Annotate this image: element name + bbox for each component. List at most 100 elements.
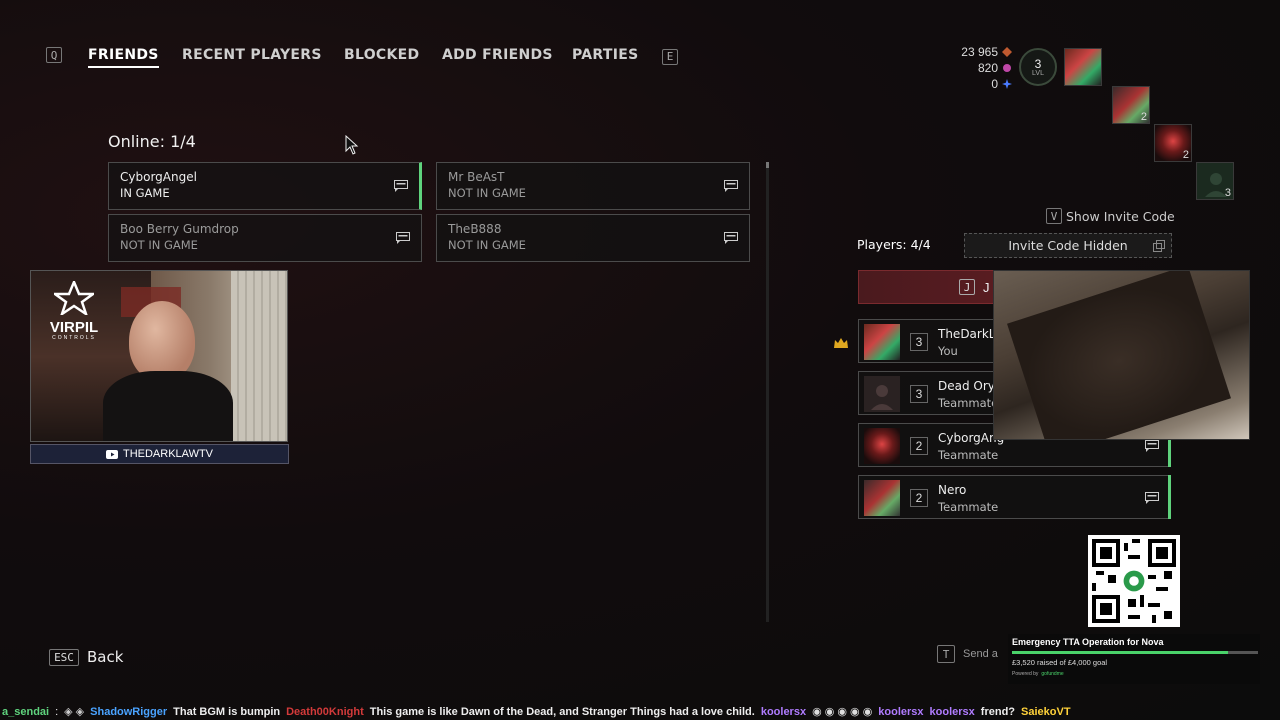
friend-card[interactable]: Boo Berry Gumdrop NOT IN GAME	[108, 214, 422, 262]
chat-user: ShadowRigger	[90, 705, 168, 718]
donation-progress	[1012, 651, 1258, 654]
logo-text: VIRPIL	[49, 319, 99, 336]
secondary-camera-feed	[993, 270, 1250, 440]
message-icon[interactable]	[394, 180, 408, 192]
channel-badge: THEDARKLAWTV	[30, 444, 289, 464]
member-level: 3	[910, 385, 928, 403]
tab-blocked[interactable]: BLOCKED	[344, 47, 419, 63]
online-count: Online: 1/4	[108, 132, 196, 151]
friends-scrollbar[interactable]	[766, 162, 769, 622]
show-invite-code[interactable]: V Show Invite Code	[1046, 208, 1175, 224]
party-member[interactable]: 2 Nero Teammate	[858, 475, 1171, 519]
join-key: J	[959, 279, 975, 295]
member-level: 3	[910, 333, 928, 351]
party-slot-num: 2	[1140, 111, 1147, 123]
donation-raised: £3,520 raised of £4,000 goal	[1012, 658, 1108, 667]
donation-powered-by: Powered by	[1012, 671, 1039, 677]
youtube-icon	[105, 449, 118, 459]
qr-code-icon	[1092, 539, 1176, 623]
currency-panel: 23 965 820 0	[940, 45, 1012, 91]
party-slot-num: 2	[1182, 149, 1189, 161]
friend-card[interactable]: Mr BeAsT NOT IN GAME	[436, 162, 750, 210]
user-placeholder-icon	[871, 385, 893, 410]
party-slot-avatar[interactable]: 2	[1154, 124, 1192, 162]
copy-icon[interactable]	[1153, 240, 1165, 252]
party-slot-avatar[interactable]: 2	[1112, 86, 1150, 124]
currency-c-value: 0	[991, 77, 998, 91]
tab-friends[interactable]: FRIENDS	[88, 47, 159, 68]
member-name: Nero	[938, 483, 967, 497]
party-slot-avatar[interactable]: 3	[1196, 162, 1234, 200]
party-slot-num: 3	[1224, 187, 1231, 199]
friend-status: IN GAME	[120, 186, 170, 200]
tab-parties[interactable]: PARTIES	[572, 47, 638, 63]
chat-message: That BGM is bumpin	[173, 705, 281, 718]
party-slot-avatar[interactable]	[1064, 48, 1102, 86]
invite-code-text: Invite Code Hidden	[1008, 238, 1128, 253]
webcam-feed: VIRPIL CONTROLS	[30, 270, 288, 442]
member-avatar	[864, 324, 900, 360]
mouse-cursor-icon	[345, 135, 359, 155]
level-badge: 3 LVL	[1019, 48, 1057, 86]
esc-key: ESC	[49, 648, 79, 666]
currency-a-value: 23 965	[961, 45, 998, 59]
chat-user: koolersx	[878, 705, 924, 718]
member-avatar	[864, 480, 900, 516]
currency-b-value: 820	[977, 61, 998, 75]
friend-name: TheB888	[448, 222, 502, 236]
players-count: Players: 4/4	[857, 237, 931, 252]
message-icon[interactable]	[1145, 440, 1159, 452]
member-role: Teammate	[938, 396, 999, 410]
member-role: You	[938, 344, 958, 358]
scrap-icon	[1002, 47, 1012, 57]
member-role: Teammate	[938, 448, 999, 462]
join-label: J	[983, 279, 990, 295]
prev-tab-key[interactable]: Q	[46, 47, 62, 63]
message-icon[interactable]	[724, 232, 738, 244]
message-icon[interactable]	[396, 232, 410, 244]
send-message[interactable]: T Send a	[937, 645, 998, 663]
message-icon[interactable]	[724, 180, 738, 192]
next-tab-key[interactable]: E	[662, 48, 678, 65]
message-icon[interactable]	[1145, 492, 1159, 504]
invite-code-field[interactable]: Invite Code Hidden	[964, 233, 1172, 258]
member-role: Teammate	[938, 500, 999, 514]
friend-card[interactable]: CyborgAngel IN GAME	[108, 162, 422, 210]
chat-user: a_sendai	[2, 705, 50, 718]
chat-message: frend?	[980, 705, 1016, 718]
back-label: Back	[87, 648, 124, 666]
member-avatar	[864, 428, 900, 464]
channel-name: THEDARKLAWTV	[122, 448, 214, 460]
member-level: 2	[910, 489, 928, 507]
show-invite-key: V	[1046, 208, 1062, 224]
send-placeholder: Send a	[963, 648, 998, 660]
friend-name: CyborgAngel	[120, 170, 197, 184]
chat-user: koolersx	[760, 705, 807, 718]
tab-recent-players[interactable]: RECENT PLAYERS	[182, 47, 322, 63]
star-logo-icon	[51, 278, 97, 318]
friend-status: NOT IN GAME	[448, 186, 526, 200]
chat-separator: :	[55, 705, 59, 718]
member-avatar	[864, 376, 900, 412]
chat-emote-icon: ◉ ◉ ◉ ◉ ◉	[812, 706, 873, 718]
star-icon	[1002, 79, 1012, 89]
online-indicator	[1168, 475, 1171, 519]
virpil-logo: VIRPIL CONTROLS	[43, 278, 105, 341]
friend-status: NOT IN GAME	[448, 238, 526, 252]
friend-status: NOT IN GAME	[120, 238, 198, 252]
level-label: LVL	[1032, 69, 1044, 77]
chat-message: This game is like Dawn of the Dead, and …	[369, 705, 755, 718]
chat-ticker: a_sendai : ◈ ◈ ShadowRigger That BGM is …	[0, 703, 1280, 720]
back-button[interactable]: ESC Back	[49, 648, 123, 666]
show-invite-label: Show Invite Code	[1066, 208, 1175, 224]
donation-title: Emergency TTA Operation for Nova	[1012, 637, 1164, 647]
chat-emote-icon: ◈ ◈	[64, 706, 85, 718]
friend-name: Boo Berry Gumdrop	[120, 222, 239, 236]
tab-add-friends[interactable]: ADD FRIENDS	[442, 47, 553, 63]
member-level: 2	[910, 437, 928, 455]
friend-card[interactable]: TheB888 NOT IN GAME	[436, 214, 750, 262]
level-value: 3	[1034, 56, 1042, 71]
send-key: T	[937, 645, 955, 663]
donation-brand: gofundme	[1041, 671, 1064, 677]
chat-user: koolersx	[929, 705, 975, 718]
